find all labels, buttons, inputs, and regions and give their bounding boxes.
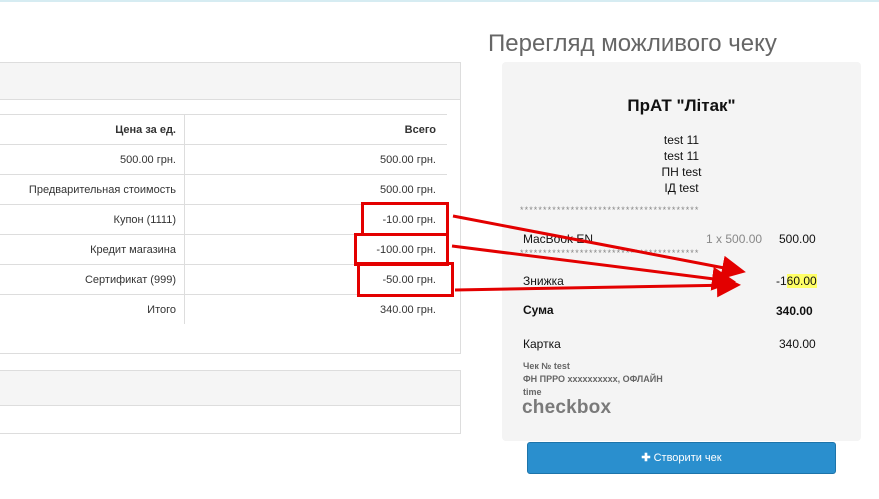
arrow-line bbox=[451, 244, 736, 291]
arrow-line bbox=[454, 273, 741, 298]
annotation-arrows bbox=[451, 214, 746, 298]
